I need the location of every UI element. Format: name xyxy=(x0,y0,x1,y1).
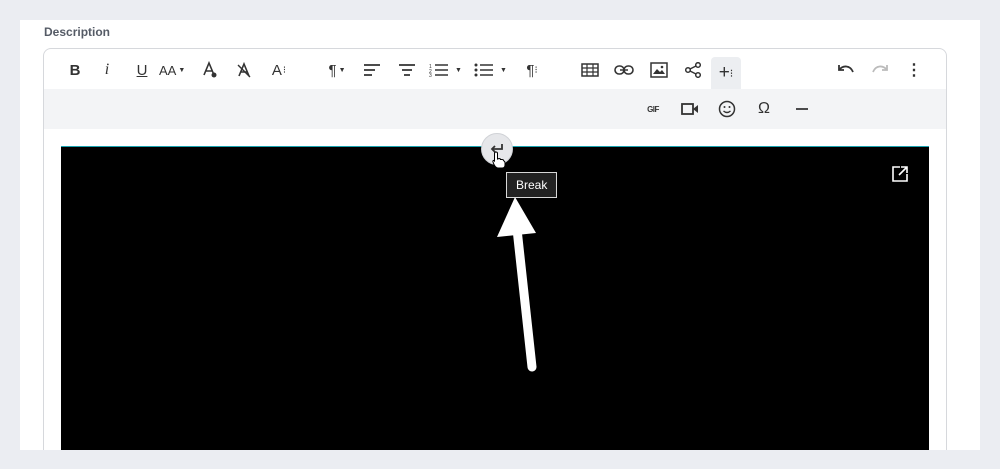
more-options-button[interactable]: ⋮ xyxy=(901,57,927,83)
font-size-button[interactable]: AA ▼ xyxy=(159,57,185,83)
paragraph-style-button[interactable]: ¶ ⁝ xyxy=(519,57,545,83)
unordered-list-button[interactable]: ▼ xyxy=(474,57,507,83)
description-label: Description xyxy=(44,25,111,39)
video-camera-icon xyxy=(681,103,698,115)
break-tooltip: Break xyxy=(506,172,558,198)
align-center-icon xyxy=(399,64,415,76)
font-size-label: AA xyxy=(159,62,177,78)
undo-button[interactable] xyxy=(833,57,859,83)
more-dots-icon: ⁝ xyxy=(534,64,538,76)
bullet-list-icon xyxy=(474,63,493,77)
paragraph-icon: ¶ xyxy=(328,61,337,79)
text-color-icon xyxy=(203,61,217,78)
redo-button[interactable] xyxy=(867,57,893,83)
italic-button[interactable]: i xyxy=(94,57,120,83)
undo-icon xyxy=(838,65,854,73)
redo-icon xyxy=(872,65,888,73)
plus-icon: + xyxy=(718,62,730,83)
embed-button[interactable] xyxy=(680,57,706,83)
insert-emoticon-button[interactable] xyxy=(714,96,740,122)
insert-gif-button[interactable]: GIF xyxy=(640,96,666,122)
chevron-down-icon: ▼ xyxy=(455,66,462,74)
chevron-down-icon: ▼ xyxy=(500,66,507,74)
horizontal-line-button[interactable] xyxy=(789,96,815,122)
gif-icon: GIF xyxy=(647,104,659,114)
more-dots-icon: ⁝ xyxy=(729,67,734,80)
bold-label: B xyxy=(69,61,81,79)
hand-cursor-icon xyxy=(492,151,506,174)
horizontal-line-icon xyxy=(796,108,808,110)
underline-label: U xyxy=(136,61,148,79)
smiley-icon xyxy=(718,100,736,118)
svg-text:3: 3 xyxy=(429,73,432,77)
more-insert-button[interactable]: + ⁝ xyxy=(711,57,741,89)
paragraph-format-button[interactable]: ¶ ▼ xyxy=(324,57,350,83)
insert-link-button[interactable] xyxy=(611,57,637,83)
table-icon xyxy=(581,63,599,77)
align-left-icon xyxy=(364,64,380,76)
text-style-label: A xyxy=(271,61,282,79)
paragraph-style-icon: ¶ xyxy=(526,61,535,79)
kebab-menu-icon: ⋮ xyxy=(906,62,922,79)
insert-video-button[interactable] xyxy=(677,96,703,122)
underline-button[interactable]: U xyxy=(129,57,155,83)
chevron-down-icon: ▼ xyxy=(338,66,346,74)
clear-formatting-icon xyxy=(237,61,251,78)
toolbar-secondary: GIF Ω xyxy=(44,89,946,129)
chevron-down-icon: ▼ xyxy=(178,66,186,74)
special-characters-button[interactable]: Ω xyxy=(751,96,777,122)
text-color-button[interactable] xyxy=(197,57,223,83)
editor-content[interactable]: Break xyxy=(44,129,946,450)
share-icon xyxy=(684,62,702,78)
clear-formatting-button[interactable] xyxy=(231,57,257,83)
open-external-icon[interactable] xyxy=(891,165,909,188)
align-center-button[interactable] xyxy=(394,57,420,83)
image-icon xyxy=(650,62,668,78)
toolbar-primary: B i U AA ▼ A ⁝ ¶ ▼ 123 ▼ ▼ ¶ ⁝ + ⁝ ⋮ xyxy=(44,49,946,89)
ordered-list-icon: 123 xyxy=(429,64,448,77)
omega-icon: Ω xyxy=(758,100,770,117)
insert-image-button[interactable] xyxy=(646,57,672,83)
bold-button[interactable]: B xyxy=(62,57,88,83)
italic-label: i xyxy=(104,61,110,78)
more-dots-icon: ⁝ xyxy=(282,64,287,76)
description-card: Description B i U AA ▼ A ⁝ ¶ ▼ 123 ▼ ▼ ¶… xyxy=(20,20,980,450)
rich-text-editor: B i U AA ▼ A ⁝ ¶ ▼ 123 ▼ ▼ ¶ ⁝ + ⁝ ⋮ GIF… xyxy=(43,48,947,450)
insert-table-button[interactable] xyxy=(577,57,603,83)
link-icon xyxy=(614,65,634,75)
text-style-button[interactable]: A ⁝ xyxy=(266,57,292,83)
align-button[interactable] xyxy=(359,57,385,83)
pointer-arrow-icon xyxy=(497,197,537,372)
ordered-list-button[interactable]: 123 ▼ xyxy=(429,57,462,83)
